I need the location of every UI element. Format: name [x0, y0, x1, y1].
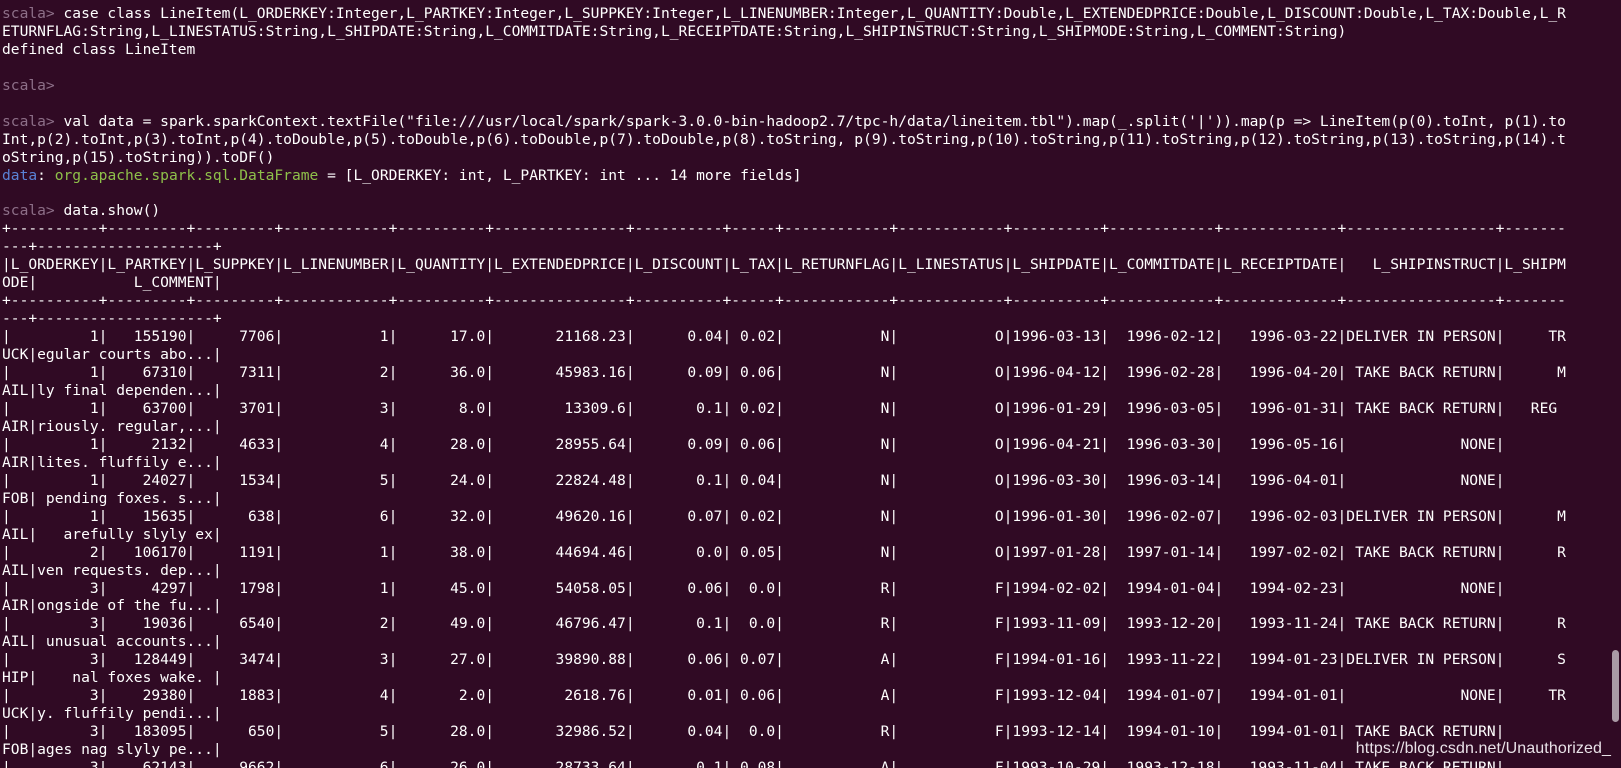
output-text: oString,p(15).toString)).toDF(): [2, 148, 275, 166]
terminal-line: scala> val data = spark.sparkContext.tex…: [2, 113, 1566, 131]
output-text: | 3| 183095| 650| 5| 28.0| 32986.52| 0.0…: [2, 723, 1566, 741]
terminal-line: ODE| L_COMMENT|: [2, 274, 1566, 292]
terminal-line: | 1| 155190| 7706| 1| 17.0| 21168.23| 0.…: [2, 328, 1566, 346]
terminal-line: AIR|ongside of the fu...|: [2, 597, 1566, 615]
output-text: UCK|y. fluffily pendi...|: [2, 705, 222, 723]
scrollbar-thumb[interactable]: [1612, 650, 1619, 722]
terminal-line: oString,p(15).toString)).toDF(): [2, 149, 1566, 167]
output-text: ---+--------------------+: [2, 310, 222, 328]
output-text: | 3| 19036| 6540| 2| 49.0| 46796.47| 0.1…: [2, 615, 1566, 633]
terminal-line: scala> case class LineItem(L_ORDERKEY:In…: [2, 5, 1566, 23]
output-text: Int,p(2).toInt,p(3).toInt,p(4).toDouble,…: [2, 130, 1566, 148]
command-text: val data = spark.sparkContext.textFile("…: [54, 112, 1566, 130]
terminal-line: scala>: [2, 77, 1566, 95]
output-text: | 3| 4297| 1798| 1| 45.0| 54058.05| 0.06…: [2, 579, 1566, 597]
terminal-line: ETURNFLAG:String,L_LINESTATUS:String,L_S…: [2, 23, 1566, 41]
terminal-line: +----------+---------+---------+--------…: [2, 220, 1566, 238]
output-text: | 1| 63700| 3701| 3| 8.0| 13309.6| 0.1| …: [2, 399, 1558, 417]
output-text: AIR|ongside of the fu...|: [2, 597, 222, 615]
terminal-line: | 1| 63700| 3701| 3| 8.0| 13309.6| 0.1| …: [2, 400, 1566, 418]
prompt-label: scala>: [2, 5, 55, 22]
terminal-line: Int,p(2).toInt,p(3).toInt,p(4).toDouble,…: [2, 131, 1566, 149]
command-text: case class LineItem(L_ORDERKEY:Integer,L…: [54, 5, 1566, 22]
output-text: | 2| 106170| 1191| 1| 38.0| 44694.46| 0.…: [2, 543, 1566, 561]
result-separator: :: [37, 166, 55, 184]
terminal-line: +----------+---------+---------+--------…: [2, 292, 1566, 310]
terminal-line: ---+--------------------+: [2, 310, 1566, 328]
output-text: ---+--------------------+: [2, 238, 222, 256]
terminal-output: scala> case class LineItem(L_ORDERKEY:In…: [2, 5, 1566, 768]
terminal-line: | 3| 62143| 9662| 6| 26.0| 28733.64| 0.1…: [2, 759, 1566, 768]
prompt-label: scala>: [2, 202, 55, 220]
output-text: AIL|ven requests. dep...|: [2, 561, 222, 579]
terminal-line: ---+--------------------+: [2, 238, 1566, 256]
terminal-line: UCK|y. fluffily pendi...|: [2, 705, 1566, 723]
output-text: ETURNFLAG:String,L_LINESTATUS:String,L_S…: [2, 22, 1347, 40]
terminal-line: | 3| 4297| 1798| 1| 45.0| 54058.05| 0.06…: [2, 580, 1566, 598]
command-text: data.show(): [54, 202, 161, 220]
terminal-line: | 3| 183095| 650| 5| 28.0| 32986.52| 0.0…: [2, 723, 1566, 741]
output-text: | 1| 2132| 4633| 4| 28.0| 28955.64| 0.09…: [2, 435, 1566, 453]
output-text: AIR|riously. regular,...|: [2, 417, 222, 435]
scrollbar[interactable]: [1611, 0, 1619, 768]
terminal-line: | 1| 2132| 4633| 4| 28.0| 28955.64| 0.09…: [2, 436, 1566, 454]
terminal-line: FOB| pending foxes. s...|: [2, 490, 1566, 508]
output-text: AIL| arefully slyly ex|: [2, 525, 222, 543]
output-text: | 1| 67310| 7311| 2| 36.0| 45983.16| 0.0…: [2, 364, 1566, 382]
terminal-line: defined class LineItem: [2, 41, 1566, 59]
terminal-line: AIL|ly final dependen...|: [2, 382, 1566, 400]
terminal-line: scala> data.show(): [2, 202, 1566, 220]
output-text: HIP| nal foxes wake. |: [2, 669, 222, 687]
prompt-label: scala>: [2, 112, 55, 130]
output-text: FOB| pending foxes. s...|: [2, 489, 222, 507]
output-text: +----------+---------+---------+--------…: [2, 292, 1566, 310]
terminal-line: AIL|ven requests. dep...|: [2, 562, 1566, 580]
result-variable-name: data: [2, 166, 38, 184]
terminal-line: | 1| 15635| 638| 6| 32.0| 49620.16| 0.07…: [2, 508, 1566, 526]
output-text: defined class LineItem: [2, 40, 196, 58]
terminal-line: AIL| arefully slyly ex|: [2, 526, 1566, 544]
terminal-line: | 3| 29380| 1883| 4| 2.0| 2618.76| 0.01|…: [2, 687, 1566, 705]
output-text: UCK|egular courts abo...|: [2, 346, 222, 364]
output-text: FOB|ages nag slyly pe...|: [2, 741, 222, 759]
output-text: | 3| 62143| 9662| 6| 26.0| 28733.64| 0.1…: [2, 759, 1566, 768]
terminal-line: | 2| 106170| 1191| 1| 38.0| 44694.46| 0.…: [2, 544, 1566, 562]
prompt-label: scala>: [2, 76, 55, 94]
terminal-line: | 1| 24027| 1534| 5| 24.0| 22824.48| 0.1…: [2, 472, 1566, 490]
result-value: = [L_ORDERKEY: int, L_PARTKEY: int ... 1…: [318, 166, 802, 184]
output-text: |L_ORDERKEY|L_PARTKEY|L_SUPPKEY|L_LINENU…: [2, 256, 1566, 274]
output-text: AIL|ly final dependen...|: [2, 382, 222, 400]
output-text: | 1| 15635| 638| 6| 32.0| 49620.16| 0.07…: [2, 507, 1566, 525]
output-text: AIR|lites. fluffily e...|: [2, 453, 222, 471]
output-text: | 1| 24027| 1534| 5| 24.0| 22824.48| 0.1…: [2, 471, 1566, 489]
output-text: | 1| 155190| 7706| 1| 17.0| 21168.23| 0.…: [2, 328, 1566, 346]
terminal-line: data: org.apache.spark.sql.DataFrame = […: [2, 167, 1566, 185]
terminal-line: |L_ORDERKEY|L_PARTKEY|L_SUPPKEY|L_LINENU…: [2, 256, 1566, 274]
output-text: +----------+---------+---------+--------…: [2, 220, 1566, 238]
terminal-window[interactable]: scala> case class LineItem(L_ORDERKEY:In…: [0, 0, 1621, 768]
result-type: org.apache.spark.sql.DataFrame: [54, 166, 319, 184]
terminal-line: UCK|egular courts abo...|: [2, 346, 1566, 364]
terminal-line: AIR|riously. regular,...|: [2, 418, 1566, 436]
terminal-line: AIR|lites. fluffily e...|: [2, 454, 1566, 472]
watermark-url: https://blog.csdn.net/Unauthorized_: [1355, 740, 1611, 757]
terminal-line: HIP| nal foxes wake. |: [2, 669, 1566, 687]
output-text: | 3| 128449| 3474| 3| 27.0| 39890.88| 0.…: [2, 651, 1566, 669]
terminal-line: AIL| unusual accounts...|: [2, 633, 1566, 651]
terminal-line: FOB|ages nag slyly pe...|: [2, 741, 1566, 759]
terminal-line: | 3| 19036| 6540| 2| 49.0| 46796.47| 0.1…: [2, 615, 1566, 633]
output-text: AIL| unusual accounts...|: [2, 633, 222, 651]
output-text: | 3| 29380| 1883| 4| 2.0| 2618.76| 0.01|…: [2, 687, 1566, 705]
terminal-line: | 1| 67310| 7311| 2| 36.0| 45983.16| 0.0…: [2, 364, 1566, 382]
terminal-line: | 3| 128449| 3474| 3| 27.0| 39890.88| 0.…: [2, 651, 1566, 669]
output-text: ODE| L_COMMENT|: [2, 274, 222, 292]
